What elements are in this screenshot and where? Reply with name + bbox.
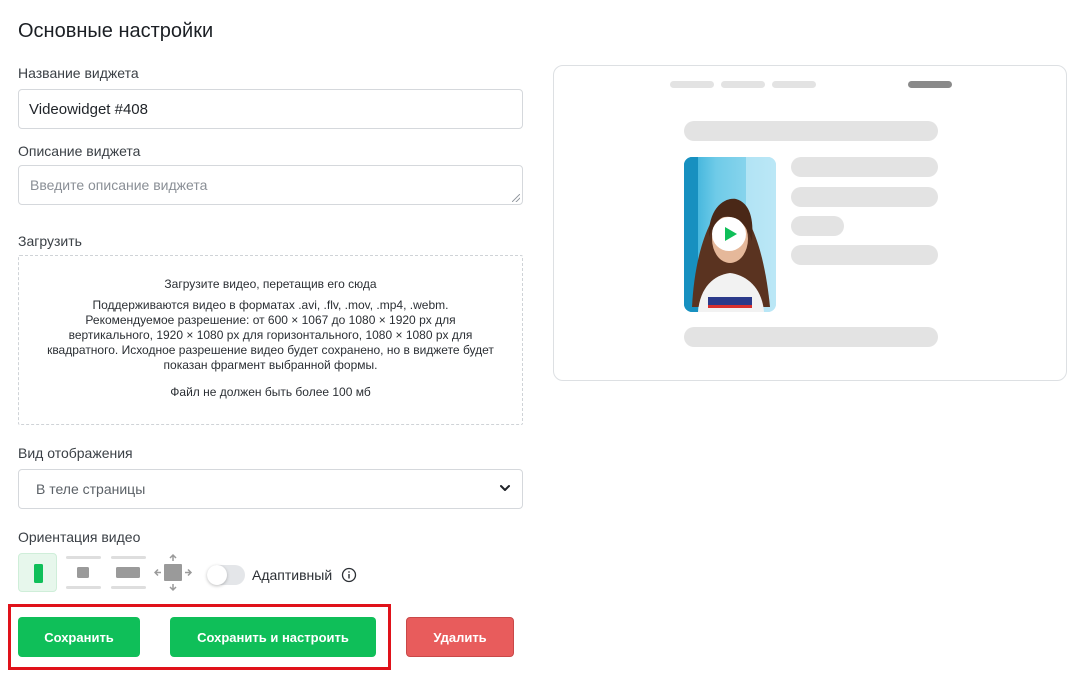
widget-description-textarea[interactable]: Введите описание виджета <box>18 165 523 205</box>
dropzone-size-limit: Файл не должен быть более 100 мб <box>170 385 371 399</box>
orientation-horizontal-button[interactable] <box>109 553 148 592</box>
vertical-orientation-icon <box>34 564 43 583</box>
orientation-free-resize-button[interactable] <box>153 553 193 592</box>
orientation-vertical-button[interactable] <box>18 553 57 592</box>
preview-nav-button <box>908 81 952 88</box>
preview-nav-bar <box>721 81 765 88</box>
preview-text-line <box>684 327 938 347</box>
resize-arrows-icon <box>153 553 193 592</box>
display-mode-label: Вид отображения <box>18 445 133 461</box>
preview-text-line <box>684 121 938 141</box>
dropzone-title: Загрузите видео, перетащив его сюда <box>164 277 377 291</box>
upload-dropzone[interactable]: Загрузите видео, перетащив его сюда Подд… <box>18 255 523 425</box>
adaptive-toggle[interactable] <box>207 565 245 585</box>
play-icon <box>712 217 746 251</box>
widget-name-label: Название виджета <box>18 65 139 81</box>
save-button[interactable]: Сохранить <box>18 617 140 657</box>
resize-handle-icon[interactable] <box>512 194 520 202</box>
preview-text-line <box>791 245 938 265</box>
orientation-label: Ориентация видео <box>18 529 141 545</box>
page-title: Основные настройки <box>18 20 214 42</box>
preview-text-line <box>791 216 844 236</box>
widget-name-input[interactable]: Videowidget #408 <box>18 89 523 129</box>
preview-text-line <box>791 157 938 177</box>
chevron-down-icon <box>500 485 510 491</box>
save-and-configure-button[interactable]: Сохранить и настроить <box>170 617 376 657</box>
preview-nav-bar <box>670 81 714 88</box>
display-mode-select[interactable]: В теле страницы <box>18 469 523 509</box>
widget-description-label: Описание виджета <box>18 143 141 159</box>
display-mode-value: В теле страницы <box>36 481 146 497</box>
dropzone-info: Поддерживаются видео в форматах .avi, .f… <box>47 298 494 372</box>
preview-nav-bar <box>772 81 816 88</box>
square-orientation-icon <box>66 556 101 589</box>
adaptive-label: Адаптивный <box>252 567 333 583</box>
horizontal-orientation-icon <box>111 556 146 589</box>
orientation-square-button[interactable] <box>64 553 103 592</box>
description-placeholder: Введите описание виджета <box>30 177 208 193</box>
upload-label: Загрузить <box>18 233 82 249</box>
preview-text-line <box>791 187 938 207</box>
toggle-knob <box>207 565 227 585</box>
preview-video-thumbnail <box>684 157 776 312</box>
delete-button[interactable]: Удалить <box>406 617 514 657</box>
info-icon[interactable] <box>341 567 357 583</box>
widget-preview <box>553 65 1067 381</box>
